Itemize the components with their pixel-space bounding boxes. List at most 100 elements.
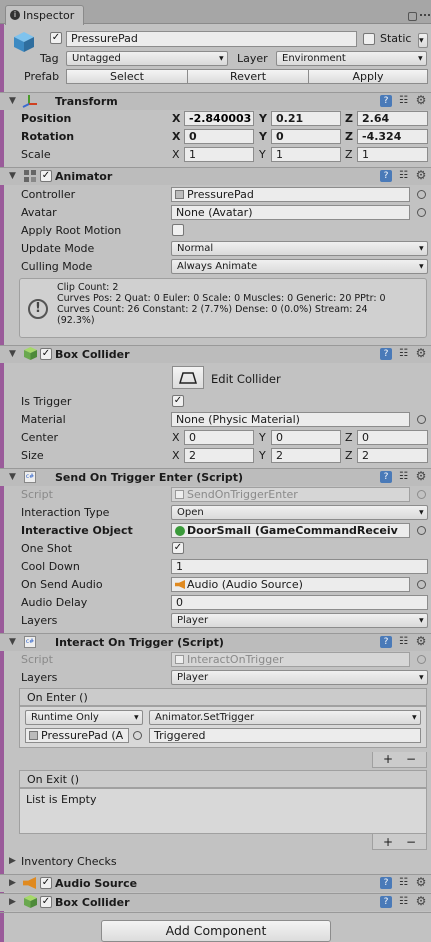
inventory-checks-label[interactable]: Inventory Checks xyxy=(21,855,117,868)
static-dropdown[interactable] xyxy=(418,33,428,48)
culling-mode-dropdown[interactable]: Always Animate xyxy=(171,259,428,274)
lock-icon[interactable] xyxy=(408,12,417,21)
gear-icon[interactable]: ⚙ xyxy=(415,347,427,359)
animator-enabled-checkbox[interactable]: ✓ xyxy=(40,170,52,182)
fold-arrow-right-icon[interactable]: ▶ xyxy=(9,878,16,888)
help-book-icon[interactable]: ? xyxy=(380,471,392,483)
layer-dropdown[interactable]: Environment xyxy=(276,51,427,66)
preset-icon[interactable]: ☷ xyxy=(398,636,409,647)
box-collider-2-enabled-checkbox[interactable]: ✓ xyxy=(40,896,52,908)
gear-icon[interactable]: ⚙ xyxy=(415,470,427,482)
fold-arrow-icon[interactable]: ▼ xyxy=(9,472,16,482)
update-mode-dropdown[interactable]: Normal xyxy=(171,241,428,256)
object-picker-icon[interactable] xyxy=(417,415,426,424)
size-z-field[interactable]: 2 xyxy=(357,448,428,463)
on-send-audio-field[interactable]: Audio (Audio Source) xyxy=(171,577,410,592)
is-trigger-label: Is Trigger xyxy=(21,395,72,408)
fold-arrow-right-icon[interactable]: ▶ xyxy=(9,897,16,907)
object-picker-icon[interactable] xyxy=(133,731,142,740)
target-object-field[interactable]: PressurePad (A xyxy=(25,728,129,743)
help-book-icon[interactable]: ? xyxy=(380,877,392,889)
gear-icon[interactable]: ⚙ xyxy=(415,895,427,907)
rotation-y-field[interactable]: 0 xyxy=(271,129,341,144)
function-dropdown[interactable]: Animator.SetTrigger xyxy=(149,710,421,725)
scale-z-field[interactable]: 1 xyxy=(357,147,428,162)
static-checkbox[interactable] xyxy=(363,33,375,45)
rotation-x-field[interactable]: 0 xyxy=(184,129,254,144)
rotation-z-field[interactable]: -4.324 xyxy=(357,129,428,144)
scale-y-field[interactable]: 1 xyxy=(271,147,341,162)
script-field: SendOnTriggerEnter xyxy=(171,487,410,502)
fold-arrow-icon[interactable]: ▼ xyxy=(9,96,16,106)
size-x-field[interactable]: 2 xyxy=(184,448,254,463)
tab-inspector[interactable]: i Inspector xyxy=(5,5,84,25)
object-picker-icon[interactable] xyxy=(417,190,426,199)
menu-icon[interactable] xyxy=(420,14,430,17)
object-picker-icon[interactable] xyxy=(417,526,426,535)
scale-x-field[interactable]: 1 xyxy=(184,147,254,162)
fold-arrow-icon[interactable]: ▼ xyxy=(9,171,16,181)
runtime-mode-dropdown[interactable]: Runtime Only xyxy=(25,710,143,725)
interact-trigger-title: Interact On Trigger (Script) xyxy=(55,636,224,649)
interaction-type-dropdown[interactable]: Open xyxy=(171,505,428,520)
fold-arrow-icon[interactable]: ▼ xyxy=(9,349,16,359)
gameobject-icon xyxy=(13,31,35,53)
script-value: SendOnTriggerEnter xyxy=(187,488,298,501)
gear-icon[interactable]: ⚙ xyxy=(415,94,427,106)
box-collider-enabled-checkbox[interactable]: ✓ xyxy=(40,348,52,360)
help-book-icon[interactable]: ? xyxy=(380,95,392,107)
preset-icon[interactable]: ☷ xyxy=(398,877,409,888)
root-motion-checkbox[interactable] xyxy=(172,224,184,236)
center-x-field[interactable]: 0 xyxy=(184,430,254,445)
remove-entry-button[interactable]: − xyxy=(406,752,416,766)
trigger-param-field[interactable]: Triggered xyxy=(149,728,421,743)
interactive-object-field[interactable]: DoorSmall (GameCommandReceiv xyxy=(171,523,410,538)
position-x-field[interactable]: -2.840003 xyxy=(184,111,254,126)
position-z-field[interactable]: 2.64 xyxy=(357,111,428,126)
center-y-field[interactable]: 0 xyxy=(271,430,341,445)
preset-icon[interactable]: ☷ xyxy=(398,896,409,907)
gear-icon[interactable]: ⚙ xyxy=(415,169,427,181)
remove-entry-button[interactable]: − xyxy=(406,835,416,849)
axis-z-label: Z xyxy=(345,431,353,444)
object-picker-icon[interactable] xyxy=(417,208,426,217)
is-trigger-checkbox[interactable]: ✓ xyxy=(172,395,184,407)
add-component-button[interactable]: Add Component xyxy=(101,920,331,942)
tag-dropdown[interactable]: Untagged xyxy=(66,51,228,66)
preset-icon[interactable]: ☷ xyxy=(398,471,409,482)
fold-arrow-icon[interactable]: ▼ xyxy=(9,637,16,647)
prefab-select-button[interactable]: Select xyxy=(66,69,188,84)
object-picker-icon[interactable] xyxy=(417,580,426,589)
cool-down-field[interactable]: 1 xyxy=(171,559,428,574)
audio-source-enabled-checkbox[interactable]: ✓ xyxy=(40,877,52,889)
position-y-field[interactable]: 0.21 xyxy=(271,111,341,126)
layers-dropdown[interactable]: Player xyxy=(171,613,428,628)
center-z-field[interactable]: 0 xyxy=(357,430,428,445)
active-checkbox[interactable]: ✓ xyxy=(50,32,62,44)
edit-collider-button[interactable] xyxy=(172,366,204,389)
preset-icon[interactable]: ☷ xyxy=(398,348,409,359)
size-y-field[interactable]: 2 xyxy=(271,448,341,463)
material-field[interactable]: None (Physic Material) xyxy=(171,412,410,427)
controller-field[interactable]: PressurePad xyxy=(171,187,410,202)
help-book-icon[interactable]: ? xyxy=(380,170,392,182)
add-entry-button[interactable]: + xyxy=(383,752,393,766)
help-book-icon[interactable]: ? xyxy=(380,348,392,360)
controller-label: Controller xyxy=(21,188,76,201)
one-shot-checkbox[interactable]: ✓ xyxy=(172,542,184,554)
preset-icon[interactable]: ☷ xyxy=(398,95,409,106)
prefab-apply-button[interactable]: Apply xyxy=(308,69,428,84)
fold-arrow-right-icon[interactable]: ▶ xyxy=(9,856,16,866)
object-name-field[interactable]: PressurePad xyxy=(66,31,357,47)
gear-icon[interactable]: ⚙ xyxy=(415,635,427,647)
root-motion-label: Apply Root Motion xyxy=(21,224,122,237)
layers-dropdown[interactable]: Player xyxy=(171,670,428,685)
avatar-field[interactable]: None (Avatar) xyxy=(171,205,410,220)
help-book-icon[interactable]: ? xyxy=(380,636,392,648)
add-entry-button[interactable]: + xyxy=(383,835,393,849)
prefab-revert-button[interactable]: Revert xyxy=(187,69,309,84)
gear-icon[interactable]: ⚙ xyxy=(415,876,427,888)
help-book-icon[interactable]: ? xyxy=(380,896,392,908)
preset-icon[interactable]: ☷ xyxy=(398,170,409,181)
audio-delay-field[interactable]: 0 xyxy=(171,595,428,610)
